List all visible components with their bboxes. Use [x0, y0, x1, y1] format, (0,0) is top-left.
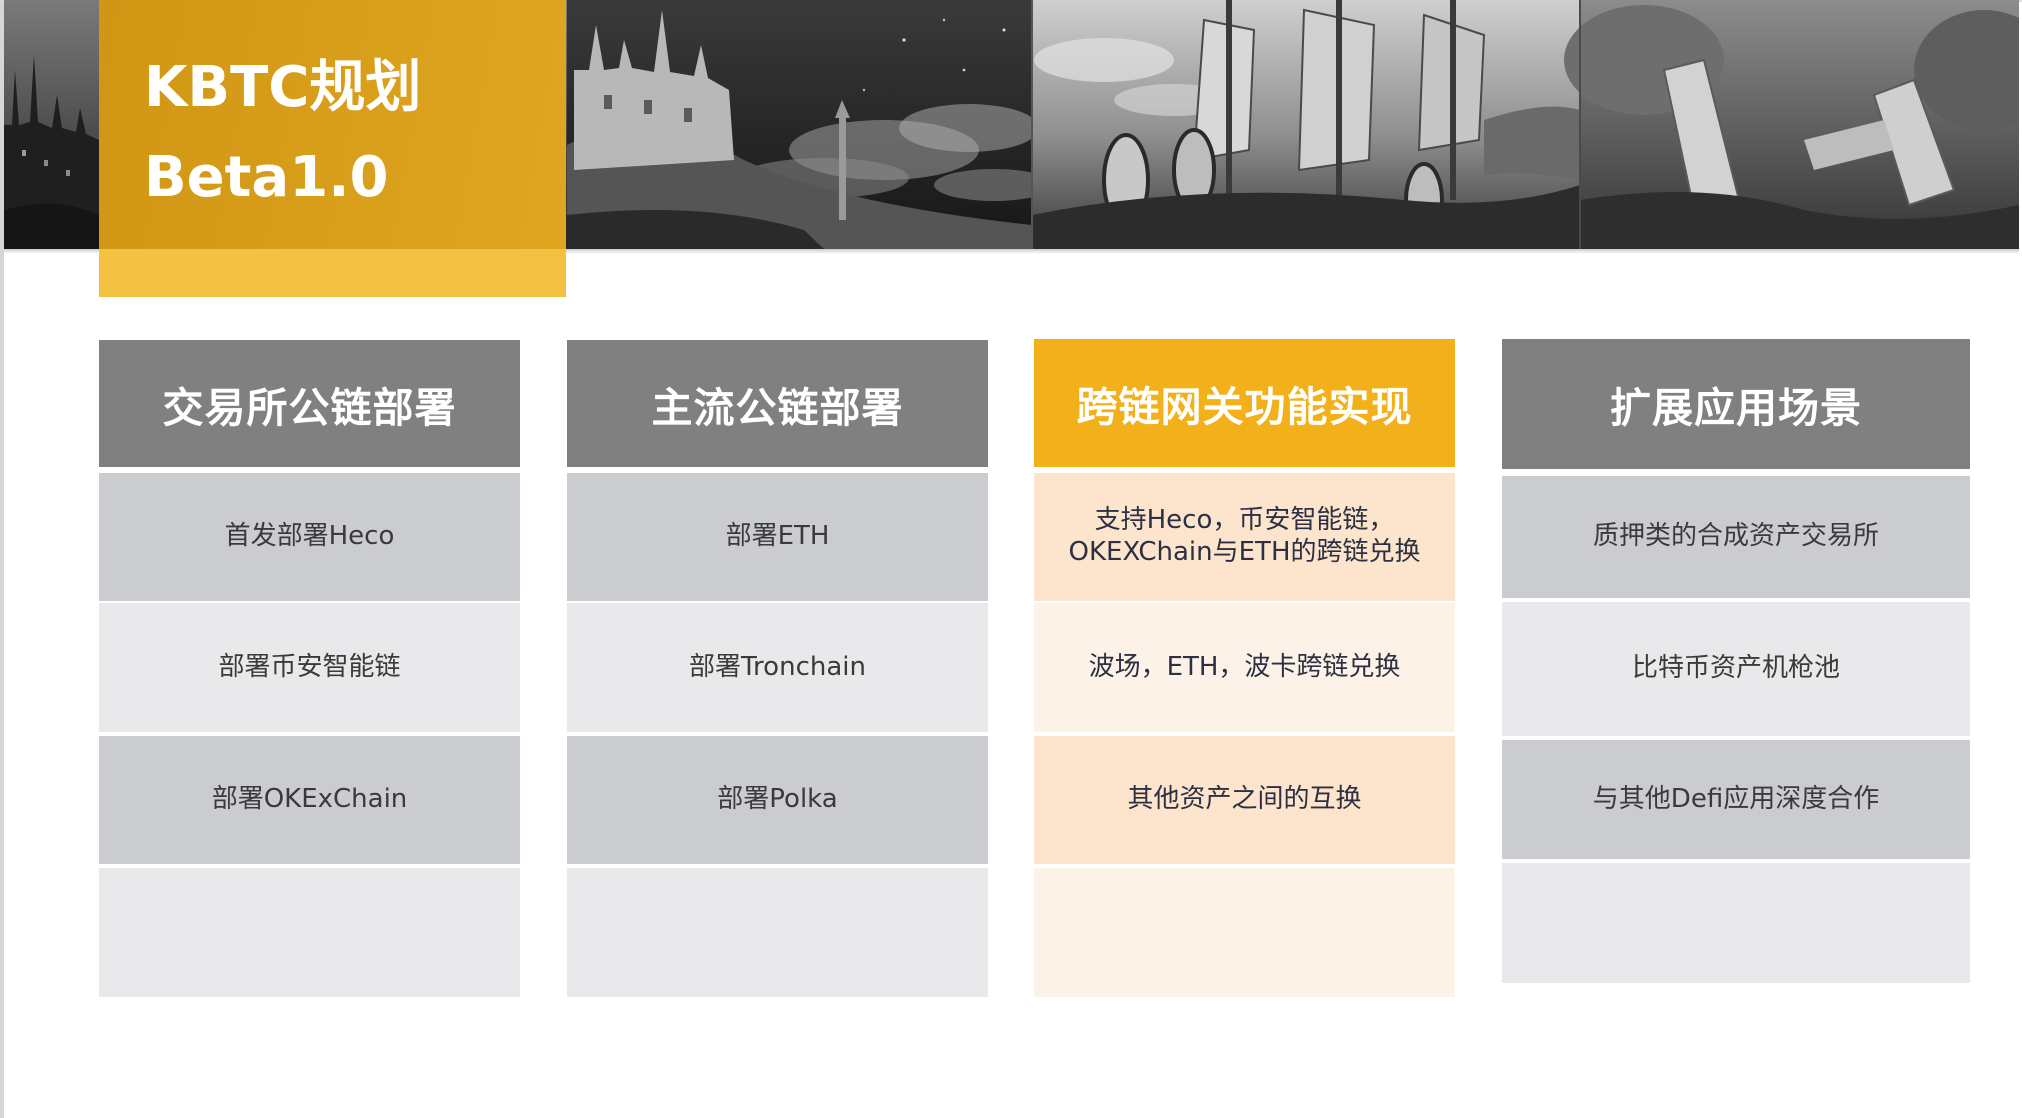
list-item: 部署Tronchain [567, 603, 988, 732]
column-header-cross-chain-gateway: 跨链网关功能实现 [1034, 339, 1455, 467]
banner-panel-castle [567, 0, 1054, 249]
page-subtitle-version: Beta1.0 [144, 145, 389, 210]
empty-cell [99, 868, 520, 997]
title-block-overlay [99, 0, 566, 249]
list-item: 波场，ETH，波卡跨链兑换 [1034, 603, 1455, 732]
list-item: 部署ETH [567, 473, 988, 601]
list-item: 部署Polka [567, 736, 988, 864]
list-item: 质押类的合成资产交易所 [1502, 476, 1970, 598]
column-header-extended-scenarios: 扩展应用场景 [1502, 339, 1970, 469]
banner-panel-ruins [1564, 0, 2019, 249]
list-item: 部署OKExChain [99, 736, 520, 864]
page-title: KBTC规划 [144, 55, 422, 120]
list-item: 支持Heco，币安智能链， OKEXChain与ETH的跨链兑换 [1034, 473, 1455, 601]
list-item: 首发部署Heco [99, 473, 520, 601]
column-header-exchange-chains: 交易所公链部署 [99, 340, 520, 467]
empty-cell [1034, 868, 1455, 997]
list-item: 部署币安智能链 [99, 603, 520, 732]
list-item: 比特币资产机枪池 [1502, 602, 1970, 736]
column-header-mainstream-chains: 主流公链部署 [567, 340, 988, 467]
empty-cell [567, 868, 988, 997]
banner-panel-ships [1031, 0, 1580, 249]
title-block: KBTC规划 Beta1.0 [99, 0, 566, 297]
list-item: 其他资产之间的互换 [1034, 736, 1455, 864]
empty-cell [1502, 863, 1970, 983]
list-item: 与其他Defi应用深度合作 [1502, 740, 1970, 859]
